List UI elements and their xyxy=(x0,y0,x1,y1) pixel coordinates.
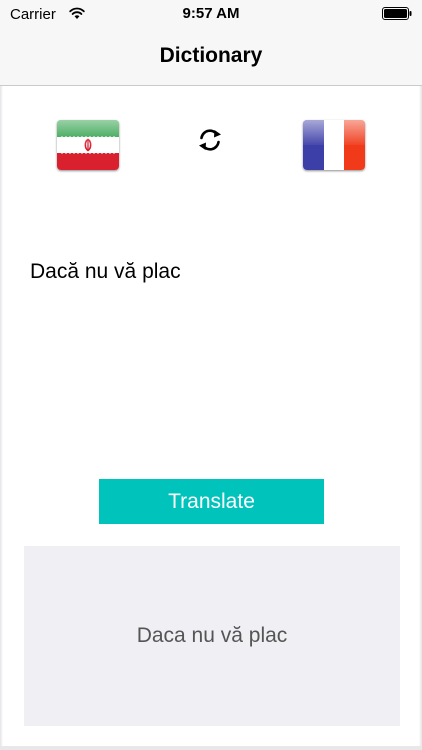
source-language-button[interactable] xyxy=(57,120,119,170)
flag-gloss xyxy=(57,120,119,145)
swap-languages-button[interactable] xyxy=(194,126,226,154)
target-language-button[interactable] xyxy=(303,120,365,170)
status-time: 9:57 AM xyxy=(182,5,240,22)
translation-result-box: Daca nu vă plac xyxy=(24,546,400,726)
page-title: Dictionary xyxy=(159,44,263,67)
flag-gloss xyxy=(303,120,365,145)
translate-button[interactable]: Translate xyxy=(99,479,324,524)
navigation-bar: Dictionary xyxy=(0,28,422,86)
screen-edge-left xyxy=(0,28,3,750)
status-bar: Carrier 9:57 AM xyxy=(0,0,422,28)
source-text-input[interactable]: Dacă nu vă plac xyxy=(30,260,181,284)
battery-icon xyxy=(382,7,412,20)
bottom-edge xyxy=(0,746,422,750)
translation-result-text: Daca nu vă plac xyxy=(136,624,288,647)
swap-refresh-icon xyxy=(199,129,221,151)
